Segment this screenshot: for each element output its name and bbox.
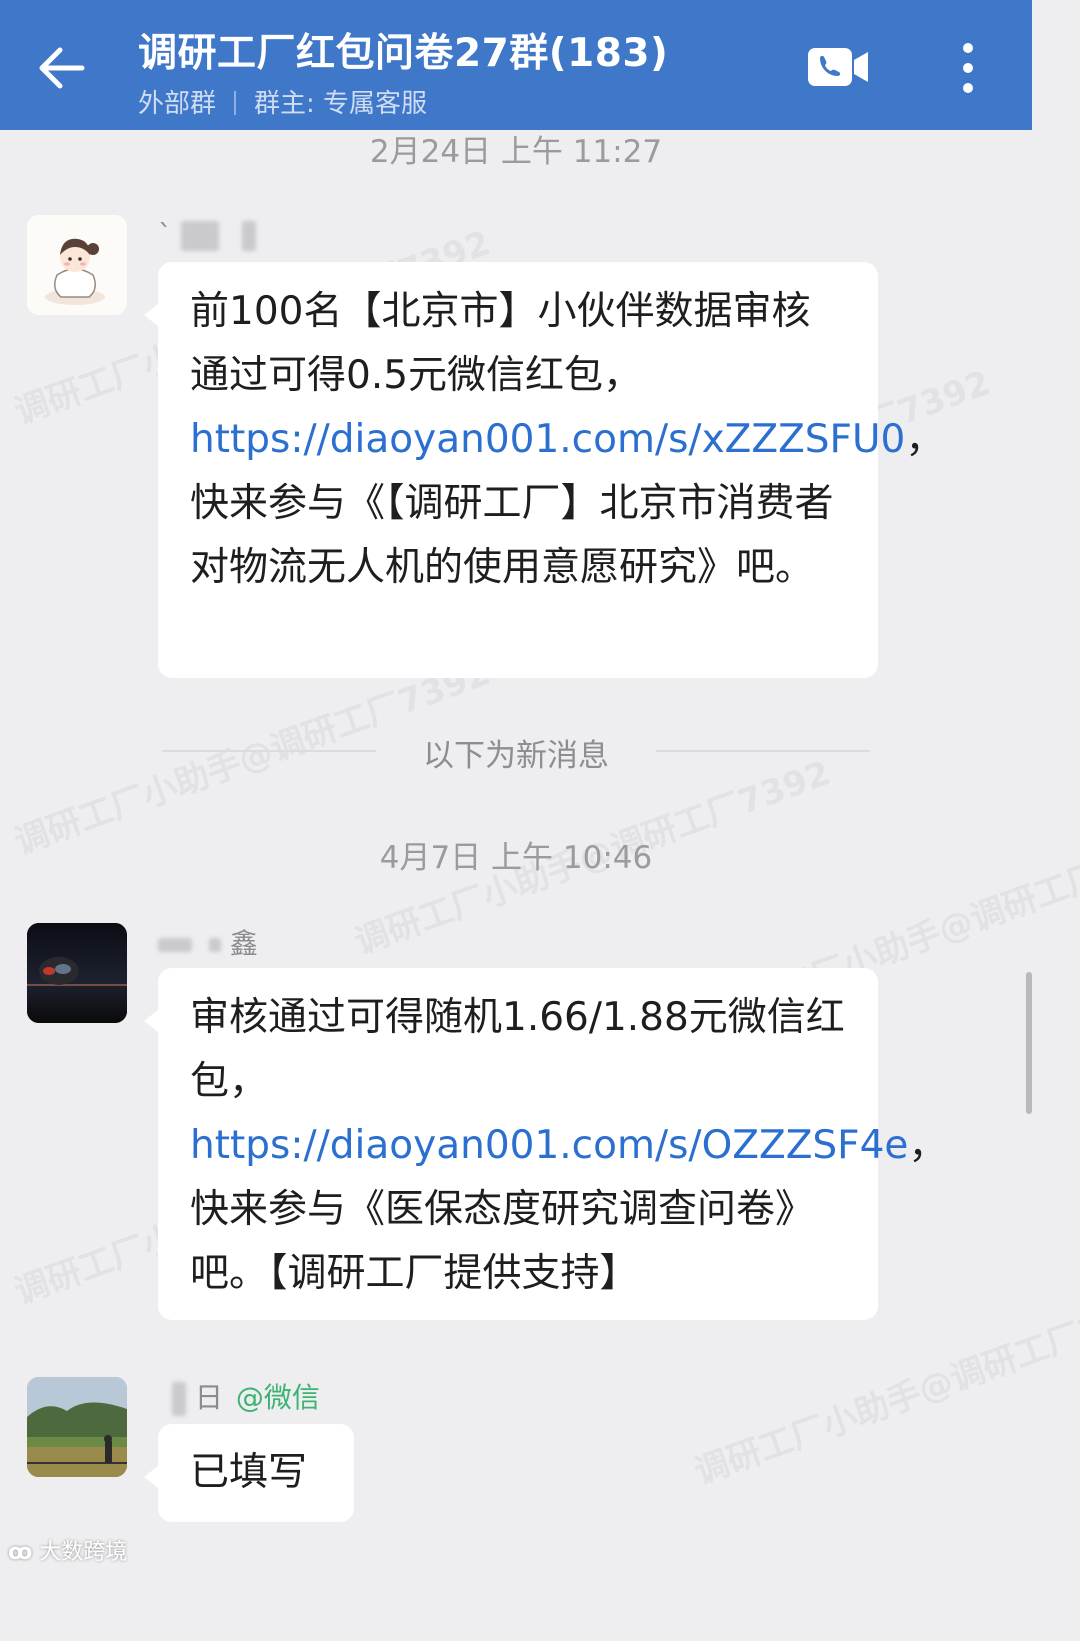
- avatar[interactable]: [27, 1377, 127, 1477]
- message-link[interactable]: https://diaoyan001.com/s/xZZZSFU0: [190, 417, 905, 462]
- avatar[interactable]: [27, 923, 127, 1023]
- message-text: 前100名【北京市】小伙伴数据审核通过可得0.5元微信红包，: [190, 289, 811, 398]
- back-arrow-icon: [39, 47, 85, 89]
- blurred-name: [241, 221, 256, 251]
- avatar-cartoon-girl-icon: [27, 215, 127, 315]
- blurred-name: [180, 221, 219, 251]
- message-link[interactable]: https://diaoyan001.com/s/OZZZSF4e: [190, 1123, 908, 1168]
- sender-name: `: [158, 218, 256, 251]
- new-messages-divider: 以下为新消息: [423, 738, 609, 774]
- more-vertical-icon: [963, 43, 973, 93]
- wechat-source-label: @微信: [235, 1381, 320, 1414]
- avatar-landscape-icon: [27, 1377, 127, 1477]
- sender-name-text: 日: [194, 1381, 223, 1414]
- message-text: 审核通过可得随机1.66/1.88元微信红包，: [190, 995, 845, 1104]
- corner-logo-text: 大数跨境: [39, 1540, 128, 1565]
- chat-title: 调研工厂红包问卷27群(183): [138, 31, 669, 76]
- blurred-name: [172, 1382, 186, 1416]
- sender-name: 日 @微信: [172, 1376, 320, 1416]
- sender-name: 鑫: [158, 922, 258, 962]
- chat-subtitle: 外部群 群主: 专属客服: [138, 83, 427, 120]
- video-call-icon: [808, 48, 868, 86]
- message-text: 已填写: [190, 1450, 308, 1495]
- corner-watermark-logo: ꝏ 大数跨境: [8, 1534, 127, 1566]
- message-timestamp: 2月24日 上午 11:27: [369, 134, 663, 170]
- blurred-name: [158, 938, 192, 952]
- scrollbar[interactable]: [1026, 972, 1032, 1114]
- message-bubble[interactable]: 审核通过可得随机1.66/1.88元微信红包， https://diaoyan00…: [144, 968, 947, 1320]
- message-timestamp: 4月7日 上午 10:46: [379, 840, 653, 876]
- message-bubble[interactable]: 已填写: [144, 1424, 354, 1522]
- group-owner-label: 群主: 专属客服: [254, 89, 428, 119]
- more-options-button[interactable]: [948, 40, 988, 96]
- avatar[interactable]: [27, 215, 127, 315]
- separator: [234, 91, 237, 115]
- divider-line: [656, 750, 870, 752]
- message-bubble[interactable]: 前100名【北京市】小伙伴数据审核通过可得0.5元微信红包， https://di…: [144, 262, 944, 678]
- avatar-night-car-icon: [27, 923, 127, 1023]
- group-type-label: 外部群: [138, 89, 217, 119]
- sender-name-text: `: [158, 218, 172, 251]
- chat-header: 调研工厂红包问卷27群(183) 外部群 群主: 专属客服: [0, 0, 1032, 130]
- blurred-name: [208, 938, 221, 952]
- logo-icon: ꝏ: [8, 1540, 33, 1565]
- sender-name-text: 鑫: [229, 927, 258, 960]
- video-call-button[interactable]: [806, 44, 872, 90]
- back-button[interactable]: [30, 36, 94, 100]
